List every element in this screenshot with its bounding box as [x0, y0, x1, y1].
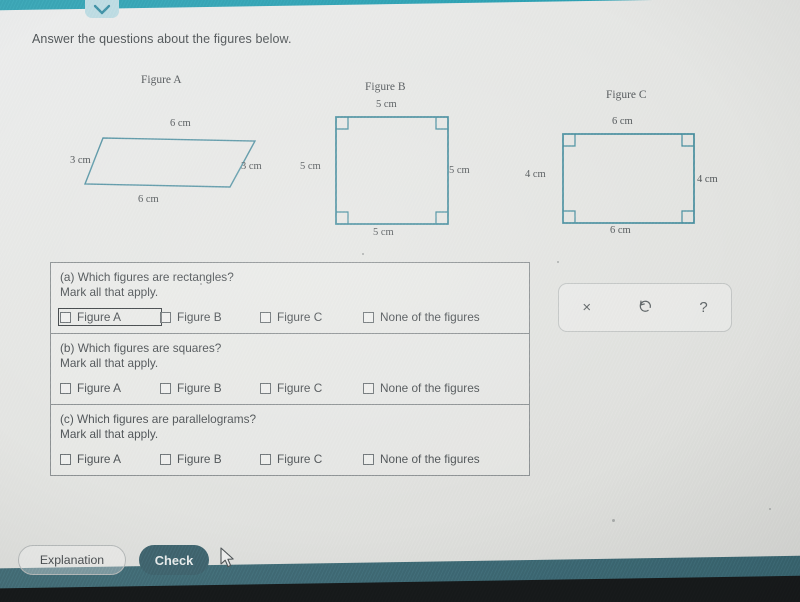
- question-c-instruction: Mark all that apply.: [60, 426, 159, 441]
- figure-b-dim-top: 5 cm: [376, 99, 397, 110]
- question-c-prompt: (c) Which figures are parallelograms?: [60, 412, 257, 426]
- check-button[interactable]: Check: [139, 545, 209, 575]
- question-c-options: Figure A Figure B Figure C None of the f…: [60, 452, 529, 466]
- explanation-button[interactable]: Explanation: [18, 545, 126, 575]
- chevron-down-icon: [92, 3, 112, 16]
- question-block-b: (b) Which figures are squares? Mark all …: [51, 334, 529, 405]
- mouse-cursor: [219, 547, 236, 574]
- checkbox-a-figure-a[interactable]: Figure A: [58, 308, 162, 326]
- undo-arrow-icon[interactable]: [638, 298, 653, 317]
- figure-c-label: Figure C: [606, 89, 647, 101]
- question-b-instruction: Mark all that apply.: [60, 355, 159, 370]
- photographed-screen: Answer the questions about the figures b…: [0, 0, 800, 602]
- option-label: Figure C: [277, 310, 323, 324]
- checkbox-b-none[interactable]: None of the figures: [363, 381, 480, 395]
- option-label: Figure A: [77, 381, 121, 395]
- checkbox-c-figure-c[interactable]: Figure C: [260, 452, 363, 466]
- question-b-options: Figure A Figure B Figure C None of the f…: [60, 381, 529, 395]
- checkbox-c-figure-a[interactable]: Figure A: [60, 452, 160, 466]
- checkbox-a-figure-b[interactable]: Figure B: [160, 310, 260, 324]
- figure-a-parallelogram: [83, 137, 257, 188]
- question-a-instruction: Mark all that apply.: [60, 284, 159, 299]
- option-label: Figure A: [77, 452, 121, 466]
- option-label: Figure C: [277, 452, 323, 466]
- checkbox-icon[interactable]: [363, 382, 374, 394]
- checkbox-icon[interactable]: [160, 382, 171, 394]
- option-label: Figure C: [277, 381, 323, 395]
- option-label: None of the figures: [380, 381, 480, 395]
- checkbox-b-figure-b[interactable]: Figure B: [160, 381, 260, 395]
- dust-speck: [769, 508, 771, 510]
- questions-panel: (a) Which figures are rectangles? Mark a…: [50, 262, 530, 476]
- figure-b-square: [335, 116, 449, 225]
- checkbox-c-figure-b[interactable]: Figure B: [160, 452, 260, 466]
- question-b-prompt: (b) Which figures are squares?: [60, 341, 222, 355]
- checkbox-b-figure-c[interactable]: Figure C: [260, 381, 363, 395]
- dust-speck: [557, 261, 559, 263]
- figure-b-dim-left: 5 cm: [300, 161, 321, 172]
- checkbox-icon[interactable]: [260, 453, 271, 465]
- answer-toolbar: × ?: [558, 283, 732, 332]
- figure-a-dim-right: 3 cm: [241, 161, 262, 172]
- checkbox-icon[interactable]: [60, 382, 71, 394]
- question-a-options: Figure A Figure B Figure C None of the f…: [58, 308, 529, 326]
- checkbox-icon[interactable]: [60, 453, 71, 465]
- figure-b-dim-right: 5 cm: [449, 165, 470, 176]
- question-mark-icon[interactable]: ?: [699, 299, 707, 316]
- checkbox-icon[interactable]: [260, 382, 271, 394]
- collapse-panel-tab[interactable]: [85, 0, 119, 18]
- dust-speck: [200, 283, 202, 285]
- option-label: None of the figures: [380, 452, 480, 466]
- checkbox-b-figure-a[interactable]: Figure A: [60, 381, 160, 395]
- checkbox-a-none[interactable]: None of the figures: [363, 310, 480, 324]
- figure-c-dim-left: 4 cm: [525, 169, 546, 180]
- option-label: Figure B: [177, 310, 222, 324]
- figure-a-dim-left: 3 cm: [70, 155, 91, 166]
- checkbox-a-figure-c[interactable]: Figure C: [260, 310, 363, 324]
- question-block-c: (c) Which figures are parallelograms? Ma…: [51, 405, 529, 475]
- figure-b-label: Figure B: [365, 81, 406, 93]
- figure-a-label: Figure A: [141, 74, 182, 86]
- figure-c-dim-right: 4 cm: [697, 174, 718, 185]
- dust-speck: [612, 519, 615, 522]
- option-label: Figure B: [177, 452, 222, 466]
- checkbox-icon[interactable]: [160, 311, 171, 323]
- checkbox-icon[interactable]: [160, 453, 171, 465]
- figure-a-dim-top: 6 cm: [170, 118, 191, 129]
- question-block-a: (a) Which figures are rectangles? Mark a…: [51, 263, 529, 334]
- question-a-prompt: (a) Which figures are rectangles?: [60, 270, 234, 284]
- option-label: None of the figures: [380, 310, 480, 324]
- dust-speck: [362, 253, 364, 255]
- close-x-icon[interactable]: ×: [582, 299, 591, 316]
- figure-b-dim-bottom: 5 cm: [373, 227, 394, 238]
- figure-c-rectangle: [562, 133, 695, 224]
- checkbox-icon[interactable]: [260, 311, 271, 323]
- checkbox-icon[interactable]: [363, 311, 374, 323]
- option-label: Figure A: [77, 310, 121, 324]
- figure-c-dim-bottom: 6 cm: [610, 225, 631, 236]
- option-label: Figure B: [177, 381, 222, 395]
- figure-a-dim-bottom: 6 cm: [138, 194, 159, 205]
- checkbox-c-none[interactable]: None of the figures: [363, 452, 480, 466]
- checkbox-icon[interactable]: [60, 311, 71, 323]
- figure-c-dim-top: 6 cm: [612, 116, 633, 127]
- checkbox-icon[interactable]: [363, 453, 374, 465]
- instruction-text: Answer the questions about the figures b…: [32, 32, 292, 46]
